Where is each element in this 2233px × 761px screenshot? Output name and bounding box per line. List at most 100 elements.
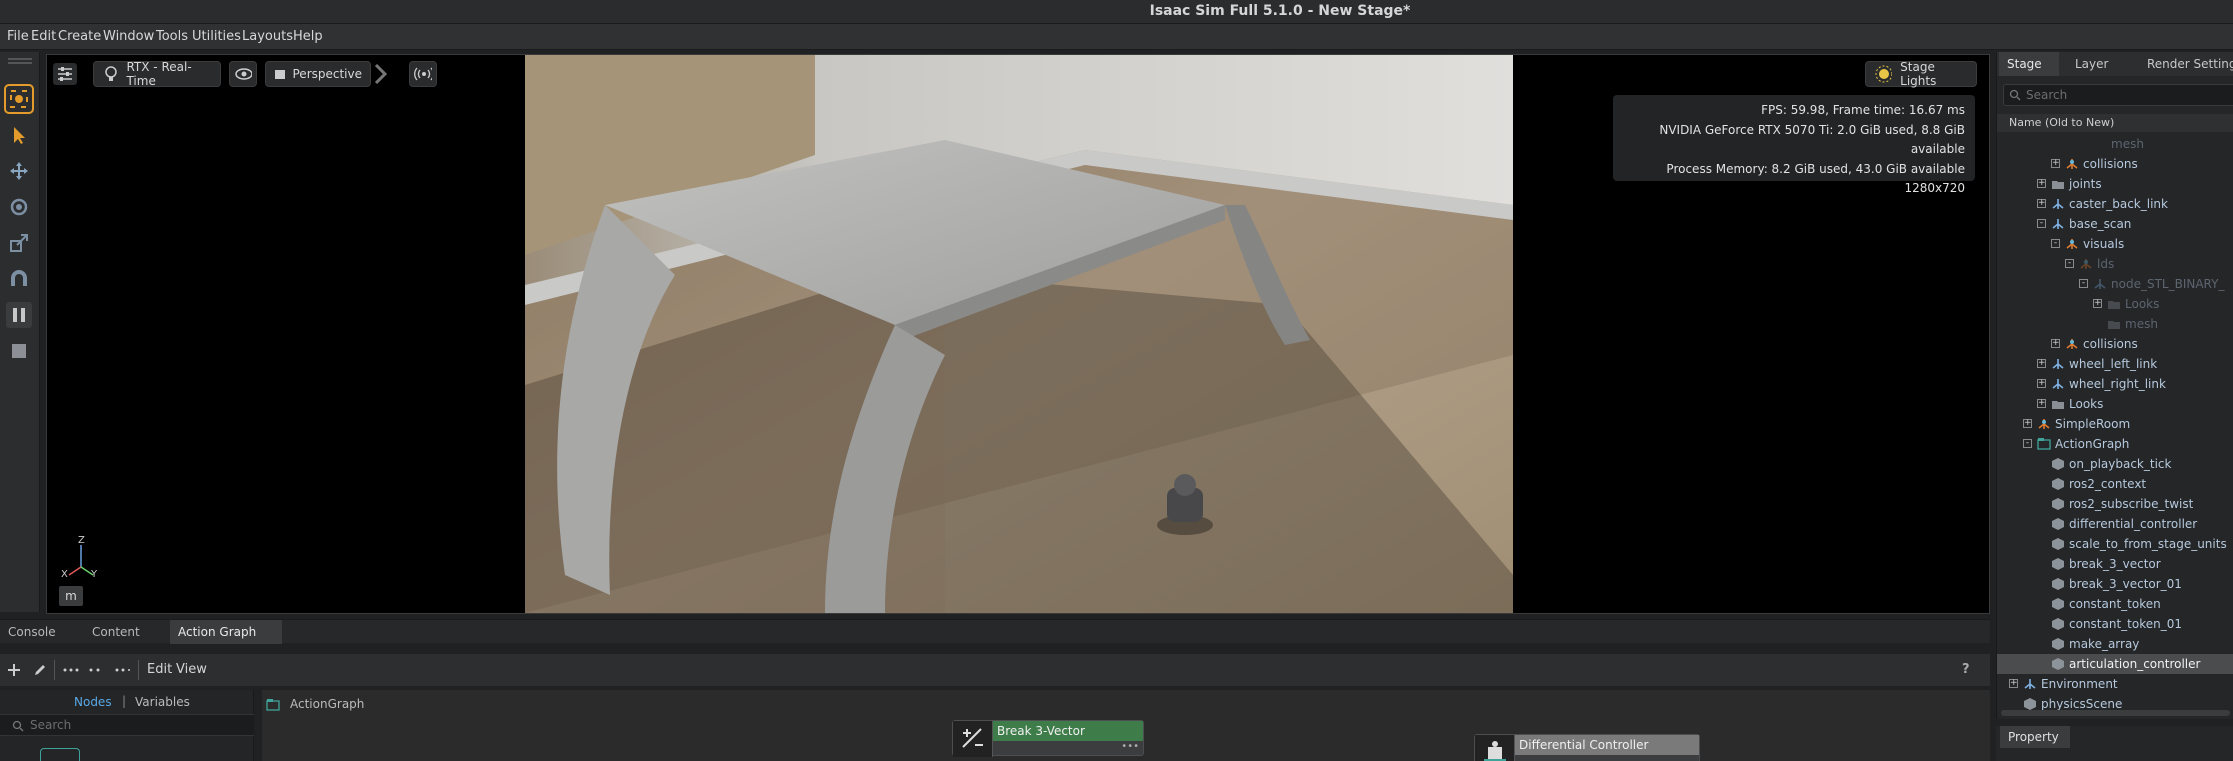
viewport[interactable]: RTX - Real-Time Perspective Stage Lights bbox=[46, 54, 1990, 614]
tab-console[interactable]: Console bbox=[0, 620, 58, 644]
edit-pencil-icon[interactable] bbox=[32, 662, 48, 678]
snap-tool[interactable] bbox=[6, 266, 32, 292]
expand-chevron-icon[interactable] bbox=[373, 61, 389, 87]
horizontal-scrollbar[interactable] bbox=[2001, 710, 2230, 716]
expand-toggle-icon[interactable]: + bbox=[2051, 339, 2060, 348]
stage-tree-row[interactable]: differential_controller bbox=[1997, 514, 2233, 534]
expand-toggle-icon[interactable]: + bbox=[2037, 379, 2046, 388]
node-options-icon[interactable]: ••• bbox=[1121, 741, 1139, 752]
expand-toggle-icon[interactable]: + bbox=[2037, 179, 2046, 188]
stage-tree-row[interactable]: - ActionGraph bbox=[1997, 434, 2233, 454]
menu-layouts[interactable]: Layouts bbox=[242, 29, 293, 44]
stage-tree-row[interactable]: constant_token bbox=[1997, 594, 2233, 614]
stage-lights-button[interactable]: Stage Lights bbox=[1865, 60, 1977, 88]
stage-tree-row[interactable]: articulation_controller bbox=[1997, 654, 2233, 674]
stage-tree-row[interactable]: + collisions bbox=[1997, 334, 2233, 354]
tab-stage[interactable]: Stage bbox=[1999, 52, 2059, 76]
stage-tree-row[interactable]: ros2_context bbox=[1997, 474, 2233, 494]
tab-content[interactable]: Content bbox=[84, 620, 154, 644]
collapse-toggle-icon[interactable]: - bbox=[2079, 279, 2088, 288]
sensor-button[interactable] bbox=[409, 61, 437, 87]
stage-tree-row[interactable]: - lds bbox=[1997, 254, 2233, 274]
stage-tree[interactable]: mesh + collisions + joints + caster_back_link -… bbox=[1997, 134, 2233, 722]
expand-toggle-icon[interactable]: + bbox=[2037, 399, 2046, 408]
dots-icon[interactable] bbox=[114, 662, 132, 678]
pause-button[interactable] bbox=[6, 302, 32, 328]
menu-bar: File Edit Create Window Tools Utilities … bbox=[0, 24, 2233, 50]
collapse-toggle-icon[interactable]: - bbox=[2051, 239, 2060, 248]
collapse-toggle-icon[interactable]: - bbox=[2023, 439, 2032, 448]
stage-tree-row[interactable]: on_playback_tick bbox=[1997, 454, 2233, 474]
stop-icon bbox=[12, 344, 26, 358]
stage-tree-row[interactable]: ros2_subscribe_twist bbox=[1997, 494, 2233, 514]
nodes-search-input[interactable]: Search bbox=[30, 718, 71, 732]
camera-button[interactable]: Perspective bbox=[265, 61, 371, 87]
graph-canvas[interactable]: ActionGraph Break 3-Vector ••• Different… bbox=[262, 690, 1990, 761]
expand-toggle-icon[interactable]: + bbox=[2023, 419, 2032, 428]
select-tool[interactable] bbox=[6, 122, 32, 148]
menu-edit[interactable]: Edit bbox=[31, 29, 56, 44]
collapse-toggle-icon[interactable]: - bbox=[2037, 219, 2046, 228]
viewport-settings-button[interactable] bbox=[53, 63, 77, 85]
stage-tree-row[interactable]: + Looks bbox=[1997, 394, 2233, 414]
help-button[interactable]: ? bbox=[1962, 662, 1970, 677]
menu-window[interactable]: Window bbox=[103, 29, 154, 44]
expand-toggle-icon[interactable]: + bbox=[2051, 159, 2060, 168]
scale-tool[interactable] bbox=[6, 230, 32, 256]
edit-menu[interactable]: Edit bbox=[147, 662, 172, 677]
select-focus-tool[interactable] bbox=[4, 84, 34, 114]
stage-tree-row[interactable]: + caster_back_link bbox=[1997, 194, 2233, 214]
expand-toggle-icon[interactable]: + bbox=[2037, 199, 2046, 208]
column-header-name[interactable]: Name (Old to New) bbox=[1997, 114, 2233, 132]
menu-tools[interactable]: Tools bbox=[156, 29, 188, 44]
units-button[interactable]: m bbox=[59, 586, 83, 606]
stage-tree-row[interactable]: - node_STL_BINARY_ bbox=[1997, 274, 2233, 294]
tab-variables[interactable]: Variables bbox=[135, 695, 190, 709]
dots-icon[interactable] bbox=[88, 662, 102, 678]
menu-file[interactable]: File bbox=[7, 29, 29, 44]
collapse-toggle-icon[interactable]: - bbox=[2065, 259, 2074, 268]
stage-tree-row[interactable]: make_array bbox=[1997, 634, 2233, 654]
stage-tree-row[interactable]: mesh bbox=[1997, 314, 2233, 334]
view-menu[interactable]: View bbox=[176, 662, 207, 677]
graph-breadcrumb[interactable]: ActionGraph bbox=[290, 697, 364, 711]
tab-nodes[interactable]: Nodes bbox=[74, 695, 112, 709]
stage-tree-row[interactable]: + joints bbox=[1997, 174, 2233, 194]
stop-button[interactable] bbox=[6, 338, 32, 364]
node-differential-controller[interactable]: Differential Controller bbox=[1474, 734, 1700, 761]
stage-tree-row[interactable]: + wheel_right_link bbox=[1997, 374, 2233, 394]
stage-tree-row[interactable]: scale_to_from_stage_units bbox=[1997, 534, 2233, 554]
add-icon[interactable] bbox=[6, 662, 22, 678]
stage-tree-row[interactable]: break_3_vector bbox=[1997, 554, 2233, 574]
stage-tree-row[interactable]: + SimpleRoom bbox=[1997, 414, 2233, 434]
stage-tree-row[interactable]: + Environment bbox=[1997, 674, 2233, 694]
tab-layer[interactable]: Layer bbox=[2067, 52, 2137, 76]
move-tool[interactable] bbox=[6, 158, 32, 184]
rotate-tool[interactable] bbox=[6, 194, 32, 220]
menu-utilities[interactable]: Utilities bbox=[192, 29, 241, 44]
stage-tree-row[interactable]: mesh bbox=[1997, 134, 2233, 154]
rendered-scene[interactable] bbox=[525, 55, 1513, 613]
stage-tree-row[interactable]: - visuals bbox=[1997, 234, 2233, 254]
tab-render-settings[interactable]: Render Settings bbox=[2139, 52, 2233, 76]
dots-icon[interactable] bbox=[62, 662, 80, 678]
stage-tree-row[interactable]: break_3_vector_01 bbox=[1997, 574, 2233, 594]
tab-property[interactable]: Property bbox=[2000, 726, 2070, 748]
node-library-item[interactable] bbox=[40, 748, 80, 761]
expand-toggle-icon[interactable]: + bbox=[2037, 359, 2046, 368]
expand-toggle-icon[interactable]: + bbox=[2009, 679, 2018, 688]
stage-tree-row[interactable]: + Looks bbox=[1997, 294, 2233, 314]
stage-tree-row[interactable]: - base_scan bbox=[1997, 214, 2233, 234]
stage-search-input[interactable]: Search bbox=[2003, 84, 2233, 106]
stage-tree-row[interactable]: + collisions bbox=[1997, 154, 2233, 174]
node-break-3-vector[interactable]: Break 3-Vector ••• bbox=[952, 720, 1144, 757]
stage-tree-row[interactable]: constant_token_01 bbox=[1997, 614, 2233, 634]
robot-node-icon bbox=[1475, 735, 1515, 761]
expand-toggle-icon[interactable]: + bbox=[2093, 299, 2102, 308]
menu-create[interactable]: Create bbox=[58, 29, 101, 44]
stage-tree-row[interactable]: + wheel_left_link bbox=[1997, 354, 2233, 374]
tab-action-graph[interactable]: Action Graph bbox=[170, 620, 282, 644]
renderer-button[interactable]: RTX - Real-Time bbox=[93, 60, 221, 88]
menu-help[interactable]: Help bbox=[293, 29, 323, 44]
visibility-button[interactable] bbox=[229, 61, 257, 87]
